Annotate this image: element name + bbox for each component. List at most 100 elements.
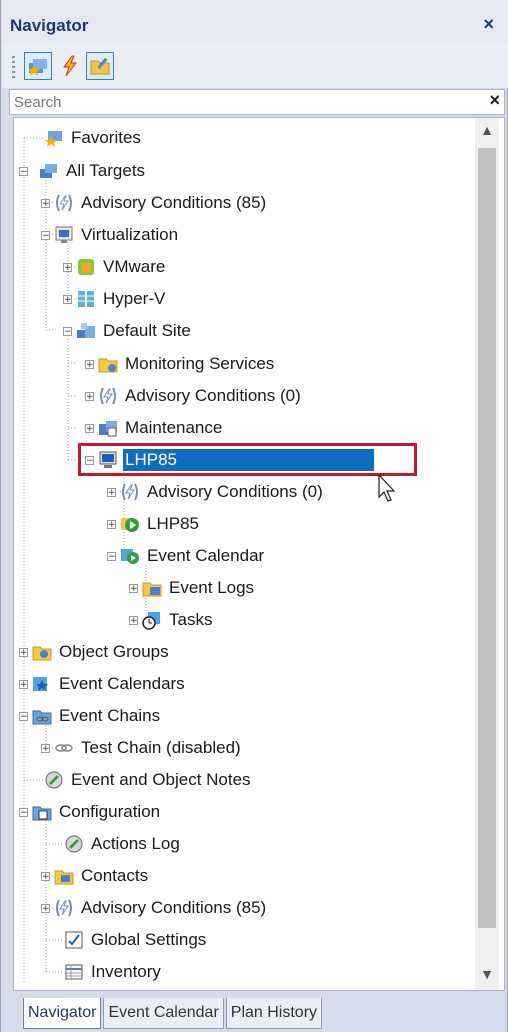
advisory-icon xyxy=(54,193,74,213)
collapse-toggle[interactable]: − xyxy=(107,551,116,561)
clear-search-icon[interactable]: × xyxy=(489,90,500,111)
tree-item-label: Object Groups xyxy=(59,642,169,661)
tree-item-label: Contacts xyxy=(81,866,149,885)
advisory-icon xyxy=(120,482,140,502)
tree-item-event-logs[interactable]: + Event Logs xyxy=(129,574,256,602)
tree-item-default-site[interactable]: − Default Site xyxy=(63,317,193,345)
tree-item-label: Advisory Conditions (0) xyxy=(147,482,323,501)
tree-item-tasks[interactable]: + Tasks xyxy=(129,606,214,634)
tree-item-advisory-conditions[interactable]: + Advisory Conditions (0) xyxy=(85,382,303,410)
expand-toggle[interactable]: + xyxy=(41,871,50,881)
tree-item-hyper-v[interactable]: + Hyper-V xyxy=(63,285,167,313)
expand-toggle[interactable]: + xyxy=(107,487,116,497)
site-icon xyxy=(76,321,96,341)
collapse-toggle[interactable]: − xyxy=(41,230,50,240)
expand-toggle[interactable]: + xyxy=(107,519,116,529)
maintenance-icon xyxy=(98,418,118,438)
lightning-button[interactable] xyxy=(56,52,84,80)
tree-item-contacts[interactable]: + Contacts xyxy=(41,862,150,890)
tree-item-maintenance[interactable]: + Maintenance xyxy=(85,414,224,442)
monitoring-services-icon xyxy=(98,354,118,374)
advisory-icon xyxy=(98,386,118,406)
targets-star-button[interactable] xyxy=(24,52,52,80)
tree-item-event-calendars[interactable]: + Event Calendars xyxy=(19,670,187,698)
collapse-toggle[interactable]: − xyxy=(19,166,28,176)
global-settings-icon xyxy=(64,930,84,950)
expand-toggle[interactable]: + xyxy=(85,423,94,433)
tree-item-label: Hyper-V xyxy=(103,289,166,308)
panel-title: Navigator xyxy=(10,16,89,35)
tree-item-advisory-conditions[interactable]: + Advisory Conditions (85) xyxy=(41,894,268,922)
scroll-down-icon[interactable]: ▼ xyxy=(475,966,499,990)
hyperv-icon xyxy=(76,289,96,309)
vertical-scrollbar[interactable]: ▲ ▼ xyxy=(475,118,499,990)
tree-item-monitoring-services[interactable]: + Monitoring Services xyxy=(85,350,276,378)
event-calendars-icon xyxy=(32,674,52,694)
expand-toggle[interactable]: + xyxy=(19,679,28,689)
tree-item-label: Global Settings xyxy=(91,930,207,949)
tree-item-global-settings[interactable]: Global Settings xyxy=(64,926,208,954)
tree-item-label: Event and Object Notes xyxy=(71,770,251,789)
vmware-icon xyxy=(76,257,96,277)
tree-item-test-chain[interactable]: + Test Chain (disabled) xyxy=(41,734,243,762)
scroll-up-icon[interactable]: ▲ xyxy=(475,122,499,146)
expand-toggle[interactable]: + xyxy=(41,743,50,753)
folder-edit-button[interactable] xyxy=(86,52,114,80)
tree-item-event-chains[interactable]: − Event Chains xyxy=(19,702,162,730)
selection-highlight-box xyxy=(78,443,417,476)
collapse-toggle[interactable]: − xyxy=(63,326,72,336)
event-chains-icon xyxy=(32,706,52,726)
tree-item-all-targets[interactable]: − All Targets xyxy=(19,157,147,185)
tree-item-lhp85-monitor[interactable]: + LHP85 xyxy=(107,510,201,538)
tab-event-calendar[interactable]: Event Calendar xyxy=(103,998,224,1029)
navigator-tree: Favorites − All Targets + Advisory Condi… xyxy=(13,117,505,991)
tree-item-vmware[interactable]: + VMware xyxy=(63,253,167,281)
expand-toggle[interactable]: + xyxy=(85,391,94,401)
close-icon[interactable]: × xyxy=(483,14,494,35)
tree-item-advisory-conditions[interactable]: + Advisory Conditions (85) xyxy=(41,189,268,217)
scroll-thumb[interactable] xyxy=(478,148,496,928)
expand-toggle[interactable]: + xyxy=(41,198,50,208)
tree-item-virtualization[interactable]: − Virtualization xyxy=(41,221,180,249)
collapse-toggle[interactable]: − xyxy=(19,711,28,721)
tree-item-label: VMware xyxy=(103,257,166,276)
collapse-toggle[interactable]: − xyxy=(19,807,28,817)
tree-item-label: LHP85 xyxy=(147,514,199,533)
tree-item-object-groups[interactable]: + Object Groups xyxy=(19,638,171,666)
tree-item-label: Default Site xyxy=(103,321,191,340)
expand-toggle[interactable]: + xyxy=(129,583,138,593)
event-logs-icon xyxy=(142,578,162,598)
tree-item-favorites[interactable]: Favorites xyxy=(44,124,143,152)
tree-item-label: Maintenance xyxy=(125,418,223,437)
expand-toggle[interactable]: + xyxy=(63,294,72,304)
tree-item-inventory[interactable]: Inventory xyxy=(64,958,163,986)
tree-item-label: Advisory Conditions (0) xyxy=(125,386,301,405)
actions-log-icon xyxy=(64,834,84,854)
bottom-tab-strip: Navigator Event Calendar Plan History xyxy=(23,998,324,1030)
expand-toggle[interactable]: + xyxy=(19,647,28,657)
expand-toggle[interactable]: + xyxy=(85,359,94,369)
tree-item-label: Inventory xyxy=(91,962,161,981)
tree-item-label: Advisory Conditions (85) xyxy=(81,193,267,212)
toolbar-grip[interactable] xyxy=(12,56,15,78)
tree-item-label: Event Calendar xyxy=(147,546,265,565)
tree-item-event-calendar[interactable]: − Event Calendar xyxy=(107,542,266,570)
expand-toggle[interactable]: + xyxy=(63,262,72,272)
all-targets-icon xyxy=(39,161,59,181)
tab-plan-history[interactable]: Plan History xyxy=(225,998,323,1029)
tree-item-label: Event Calendars xyxy=(59,674,185,693)
expand-toggle[interactable]: + xyxy=(41,903,50,913)
expand-toggle[interactable]: + xyxy=(129,615,138,625)
notes-icon xyxy=(44,770,64,790)
search-input[interactable] xyxy=(12,92,476,112)
tree-item-actions-log[interactable]: Actions Log xyxy=(64,830,182,858)
tree-item-event-object-notes[interactable]: Event and Object Notes xyxy=(44,766,253,794)
tree-item-label: Favorites xyxy=(71,128,141,147)
tree-item-advisory-conditions[interactable]: + Advisory Conditions (0) xyxy=(107,478,325,506)
tab-navigator[interactable]: Navigator xyxy=(23,998,102,1029)
configuration-icon xyxy=(32,802,52,822)
targets-star-icon xyxy=(28,59,47,76)
tree-item-configuration[interactable]: − Configuration xyxy=(19,798,162,826)
mouse-pointer-icon xyxy=(378,474,396,502)
tree-item-label: Actions Log xyxy=(91,834,180,853)
